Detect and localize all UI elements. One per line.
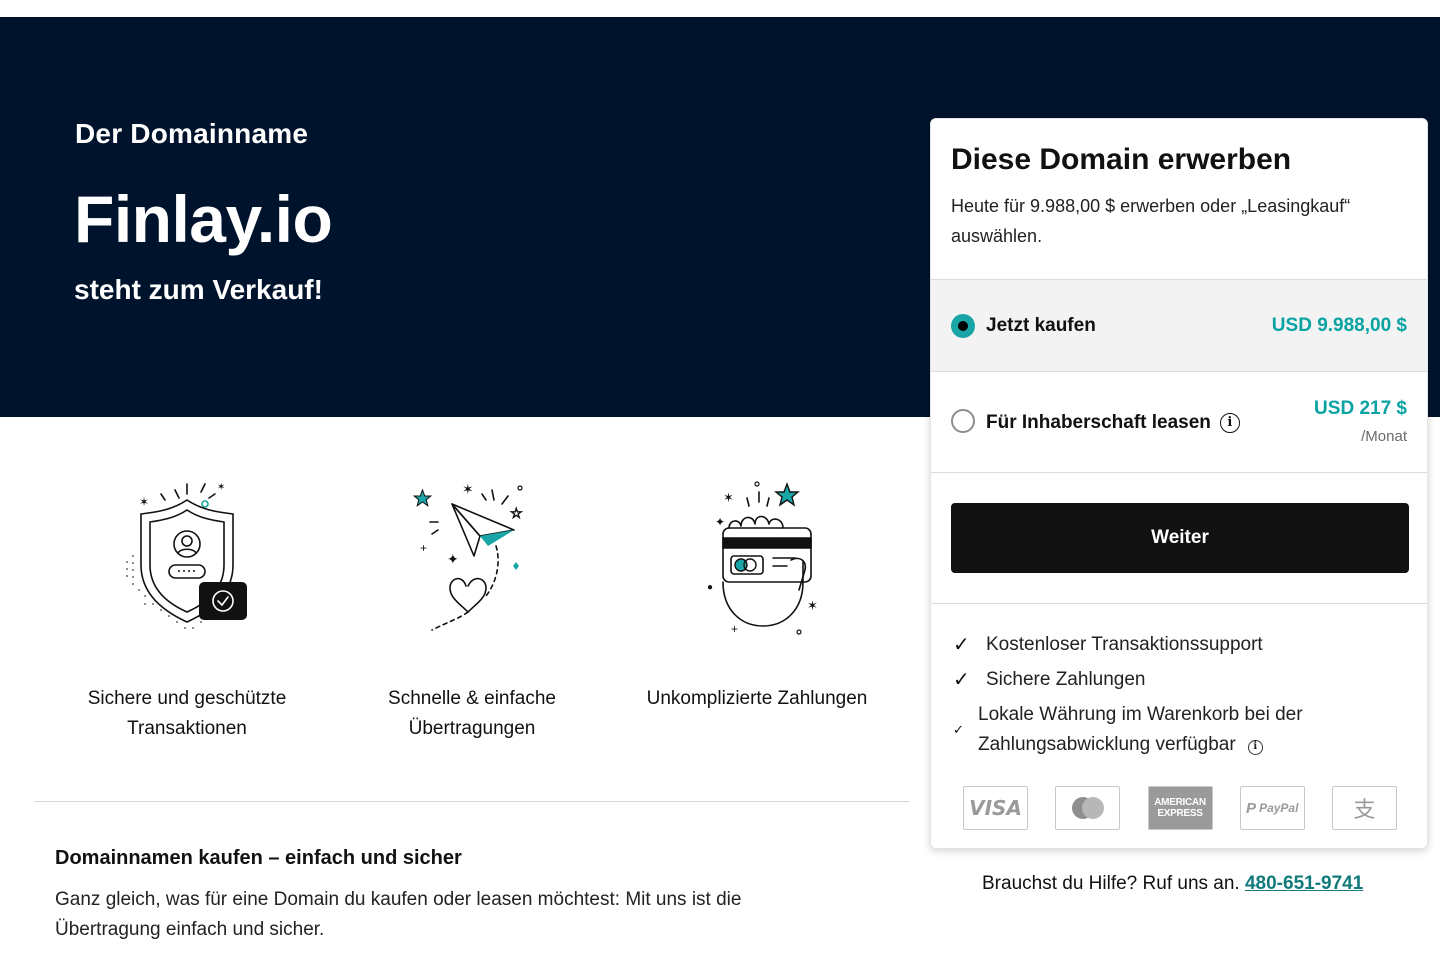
section-divider <box>34 801 909 802</box>
amex-icon: AMERICAN EXPRESS <box>1147 786 1213 830</box>
option-price: USD 217 $ <box>1314 398 1407 419</box>
info-icon[interactable]: i <box>1219 413 1240 433</box>
purchase-card: Diese Domain erwerben Heute für 9.988,00… <box>930 118 1428 849</box>
benefits-list: ✓ Kostenloser Transaktionssupport ✓ Sich… <box>931 604 1427 760</box>
option-label-wrap: Für Inhaberschaft leasen i <box>986 412 1240 434</box>
help-text: Brauchst du Hilfe? Ruf uns an. <box>982 873 1240 894</box>
svg-text:✶: ✶ <box>217 482 225 493</box>
amex-line2: EXPRESS <box>1157 808 1203 819</box>
domain-name-title: Finlay.io <box>74 182 333 256</box>
paper-plane-icon: ☆ ✶ ✦ + <box>412 481 523 631</box>
svg-text:✦: ✦ <box>447 551 459 567</box>
benefit-text: Kostenloser Transaktionssupport <box>986 634 1263 655</box>
svg-text:✶: ✶ <box>807 598 818 613</box>
phone-link[interactable]: 480-651-9741 <box>1245 873 1363 894</box>
svg-text:✶: ✶ <box>462 481 474 497</box>
card-header: Diese Domain erwerben Heute für 9.988,00… <box>931 119 1427 280</box>
alipay-icon: 支 <box>1332 786 1397 830</box>
paypal-label: PayPal <box>1259 801 1299 815</box>
feature-label-line2: Übertragungen <box>408 718 536 739</box>
cta-wrap: Weiter <box>931 473 1427 604</box>
feature-label-line1: Sichere und geschützte <box>87 688 287 709</box>
svg-text:+: + <box>420 541 427 555</box>
svg-text:✶: ✶ <box>139 495 149 509</box>
svg-text:✶: ✶ <box>723 490 734 505</box>
svg-text:☆: ☆ <box>510 505 523 521</box>
shield-user-check-icon: ✶✶ <box>126 482 247 629</box>
benefit-item: ✓ Kostenloser Transaktionssupport <box>951 630 1407 660</box>
option-price: USD 9.988,00 $ <box>1271 315 1407 336</box>
radio-lease[interactable] <box>951 409 975 433</box>
feature-label-line1: Unkomplizierte Zahlungen <box>646 688 868 709</box>
hero-subtitle: steht zum Verkauf! <box>74 274 323 305</box>
check-icon: ✓ <box>953 722 964 737</box>
info-icon[interactable]: i <box>1247 740 1263 755</box>
card-title: Diese Domain erwerben <box>951 143 1292 176</box>
top-strip <box>0 0 1440 17</box>
svg-text:·: · <box>809 531 813 545</box>
help-line: Brauchst du Hilfe? Ruf uns an. 480-651-9… <box>982 873 1363 895</box>
option-buy-now[interactable]: Jetzt kaufen USD 9.988,00 $ <box>931 280 1427 372</box>
feature-label-line2: Transaktionen <box>127 718 247 739</box>
continue-button[interactable]: Weiter <box>951 503 1409 573</box>
feature-label-line1: Schnelle & einfache <box>388 688 556 709</box>
payment-methods: VISA AMERICAN EXPRESS P PayPal 支 <box>963 786 1397 830</box>
option-lease[interactable]: Für Inhaberschaft leasen i USD 217 $ /Mo… <box>931 372 1427 473</box>
hero-label: Der Domainname <box>75 118 309 149</box>
svg-text:+: + <box>731 622 738 636</box>
mastercard-icon <box>1055 786 1121 830</box>
feature-easy-payments: ✶ ✦ ✶ ● · + Unkomplizierte Zahlungen <box>637 470 877 714</box>
paypal-icon: P PayPal <box>1239 786 1305 830</box>
card-description: Heute für 9.988,00 $ erwerben oder „Leas… <box>951 196 1351 246</box>
benefit-item: ✓ Lokale Währung im Warenkorb bei der Za… <box>951 700 1391 760</box>
check-icon: ✓ <box>953 634 970 656</box>
option-label: Für Inhaberschaft leasen <box>986 412 1211 433</box>
info-title: Domainnamen kaufen – einfach und sicher <box>55 847 462 869</box>
visa-icon: VISA <box>963 786 1028 830</box>
amex-line1: AMERICAN <box>1154 797 1206 808</box>
feature-secure-transactions: ✶ ✶ Sichere und geschützte Transaktionen <box>67 470 307 744</box>
benefit-text: Sichere Zahlungen <box>986 669 1146 690</box>
radio-buy-now[interactable] <box>951 314 975 338</box>
feature-fast-transfers: ☆ ✶ ✦ + Schnelle & einfache Übertragunge… <box>352 470 592 744</box>
benefit-item: ✓ Sichere Zahlungen <box>951 665 1407 695</box>
info-text: Ganz gleich, was für eine Domain du kauf… <box>55 889 742 940</box>
option-period: /Monat <box>1361 428 1407 445</box>
hand-credit-card-icon: ✶ ✦ ✶ ● · + <box>707 481 818 636</box>
option-label: Jetzt kaufen <box>986 315 1096 336</box>
svg-text:✦: ✦ <box>715 515 725 529</box>
check-icon: ✓ <box>953 669 970 691</box>
svg-text:●: ● <box>707 582 713 593</box>
